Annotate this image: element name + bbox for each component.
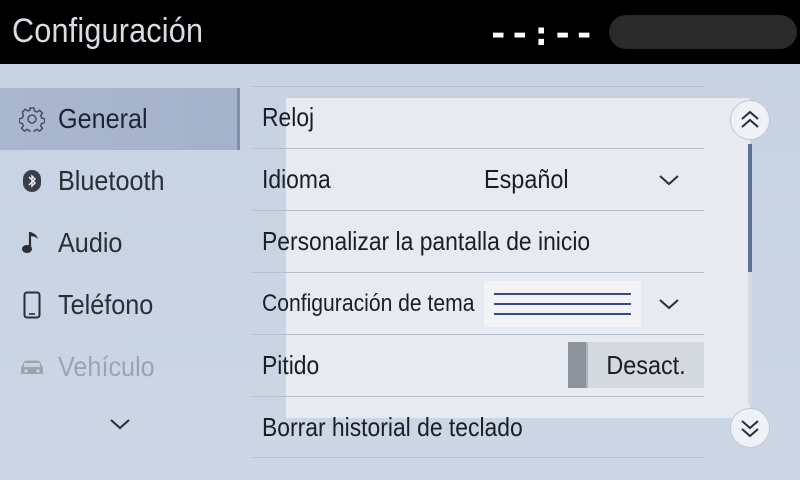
theme-line [494,313,631,315]
setting-label: Personalizar la pantalla de inicio [262,226,591,256]
theme-line [494,293,631,295]
sidebar-item-bluetooth[interactable]: Bluetooth [0,150,240,212]
setting-label: Reloj [262,102,315,132]
sidebar-item-label: Teléfono [58,289,154,320]
scrollbar[interactable] [748,144,752,404]
car-icon [18,353,46,381]
phone-icon [18,291,46,319]
chevron-down-icon [110,419,130,430]
setting-row-home-screen[interactable]: Personalizar la pantalla de inicio [252,210,704,272]
status-area [609,15,797,49]
settings-list: Reloj Idioma Español Personalizar la pan… [252,86,704,458]
main-area: General Bluetooth Audio Teléfono Vehícul… [0,64,800,480]
beep-toggle[interactable]: Desact. [568,342,704,388]
sidebar-item-label: General [58,103,148,134]
sidebar-item-general[interactable]: General [0,88,240,150]
sidebar-item-label: Bluetooth [58,165,165,196]
setting-label: Configuración de tema [262,289,475,317]
scrollbar-thumb[interactable] [748,144,752,272]
setting-row-beep[interactable]: Pitido Desact. [252,334,704,396]
chevron-down-icon[interactable] [657,168,681,192]
setting-label: Idioma [262,164,331,194]
language-value: Español [484,164,569,194]
toggle-knob [568,342,588,388]
music-note-icon [18,229,46,257]
toggle-label: Desact. [606,349,686,380]
sidebar-item-label: Vehículo [58,351,155,382]
setting-row-clear-keyboard-history[interactable]: Borrar historial de teclado [252,396,704,458]
setting-row-language[interactable]: Idioma Español [252,148,704,210]
sidebar-more-button[interactable] [100,412,140,436]
double-chevron-up-icon [741,110,759,128]
setting-row-theme[interactable]: Configuración de tema [252,272,704,334]
chevron-down-icon[interactable] [657,292,681,316]
sidebar-item-label: Audio [58,227,123,258]
sidebar-item-audio[interactable]: Audio [0,212,240,274]
theme-line [494,303,631,305]
gear-icon [18,105,46,133]
setting-label: Pitido [262,350,320,380]
header-bar: Configuración --:-- [0,0,800,64]
bluetooth-icon [18,167,46,195]
page-title: Configuración [12,12,204,50]
scroll-down-button[interactable] [730,408,770,448]
double-chevron-down-icon [741,420,759,438]
clock: --:-- [488,14,596,54]
setting-label: Borrar historial de teclado [262,411,523,442]
scroll-up-button[interactable] [730,100,770,140]
sidebar-item-phone[interactable]: Teléfono [0,274,240,336]
sidebar-item-vehicle[interactable]: Vehículo [0,336,240,398]
theme-preview[interactable] [484,281,641,327]
sidebar: General Bluetooth Audio Teléfono Vehícul… [0,88,240,398]
setting-row-clock[interactable]: Reloj [252,86,704,148]
